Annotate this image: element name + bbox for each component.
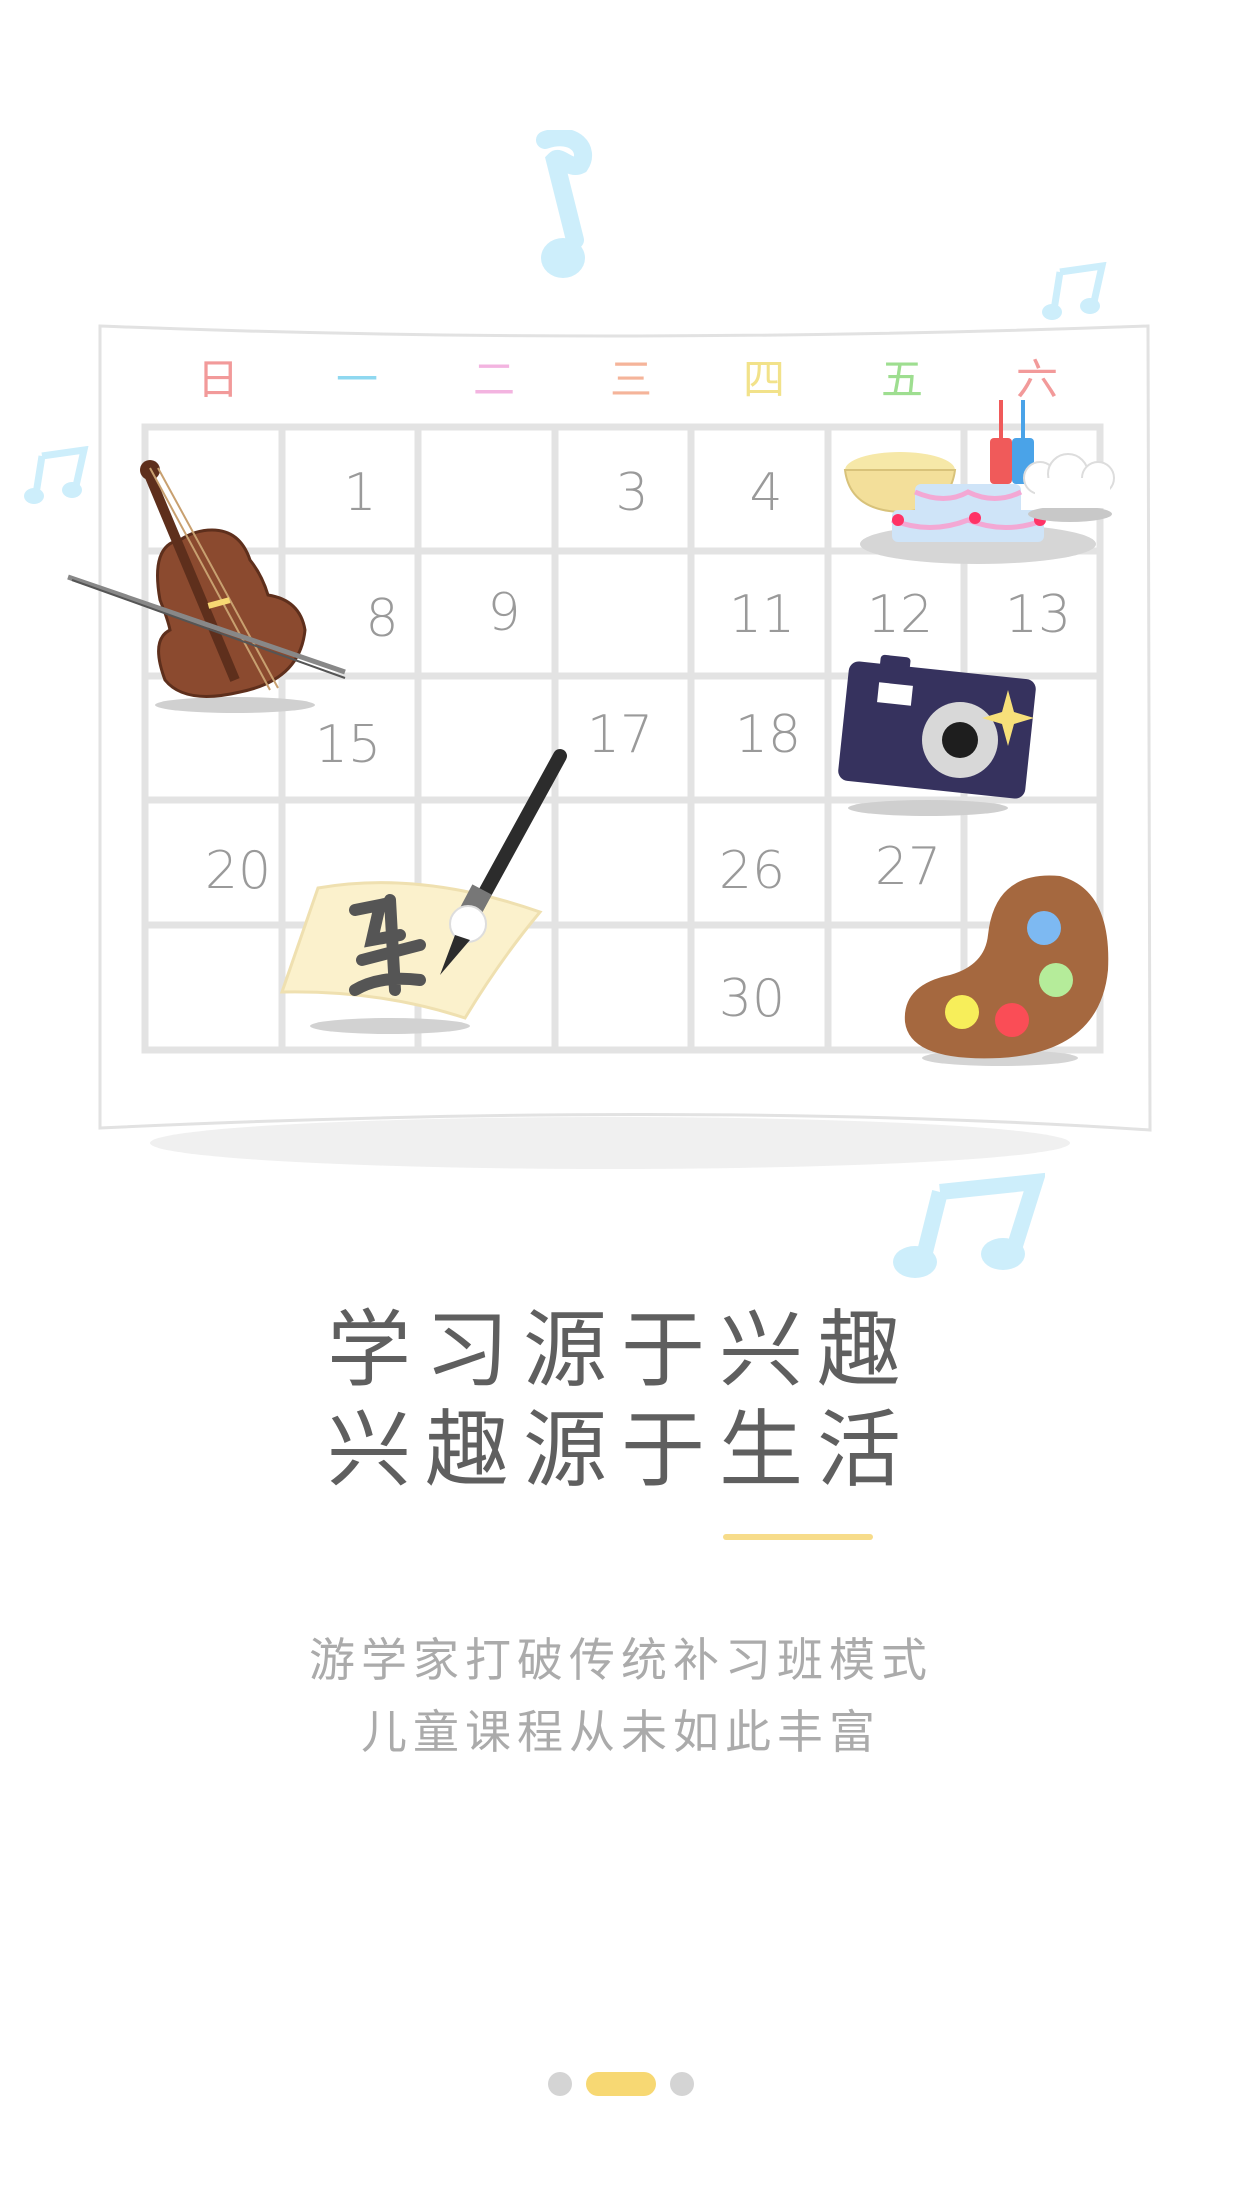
calendar-day: 26	[719, 841, 785, 901]
calendar-day: 9	[487, 583, 520, 643]
calendar-day: 8	[365, 589, 398, 649]
calendar-day: 4	[749, 463, 782, 523]
weekday-label: 三	[610, 355, 652, 404]
headline: 学习源于兴趣 兴趣源于生活	[0, 1300, 1242, 1500]
calendar-day: 15	[315, 715, 381, 775]
weekday-label: 日	[197, 355, 239, 404]
headline-line-2: 兴趣源于生活	[326, 1401, 915, 1499]
calendar-day: 11	[729, 585, 795, 645]
description: 游学家打破传统补习班模式 儿童课程从未如此丰富	[0, 1624, 1242, 1768]
onboarding-illustration: 日 一 二 三 四 五 六 1 3 4 8 9 11 12 13 15 17 1…	[0, 0, 1242, 1300]
calendar-day: 13	[1005, 585, 1071, 645]
page-dot[interactable]	[670, 2072, 694, 2096]
calendar-day: 1	[343, 463, 376, 523]
accent-divider	[723, 1534, 873, 1540]
page-indicator	[0, 2064, 1242, 2104]
weekday-label: 一	[336, 355, 378, 404]
weekday-label: 六	[1016, 355, 1058, 404]
calendar-day: 30	[719, 969, 785, 1029]
calendar-day: 17	[587, 705, 653, 765]
calendar-day: 27	[875, 837, 941, 897]
calendar-day: 20	[205, 841, 271, 901]
calendar-illustration: 日 一 二 三 四 五 六 1 3 4 8 9 11 12 13 15 17 1…	[67, 324, 1152, 1169]
calendar-day: 3	[615, 463, 648, 523]
calendar-day: 18	[735, 705, 801, 765]
page-dot-active[interactable]	[586, 2072, 656, 2096]
weekday-label: 二	[473, 355, 515, 404]
description-line-2: 儿童课程从未如此丰富	[361, 1705, 881, 1759]
headline-line-1: 学习源于兴趣	[326, 1301, 915, 1399]
weekday-label: 四	[743, 355, 785, 404]
page-dot[interactable]	[548, 2072, 572, 2096]
description-line-1: 游学家打破传统补习班模式	[309, 1633, 933, 1687]
calendar-day: 12	[867, 585, 933, 645]
weekday-label: 五	[881, 355, 923, 404]
